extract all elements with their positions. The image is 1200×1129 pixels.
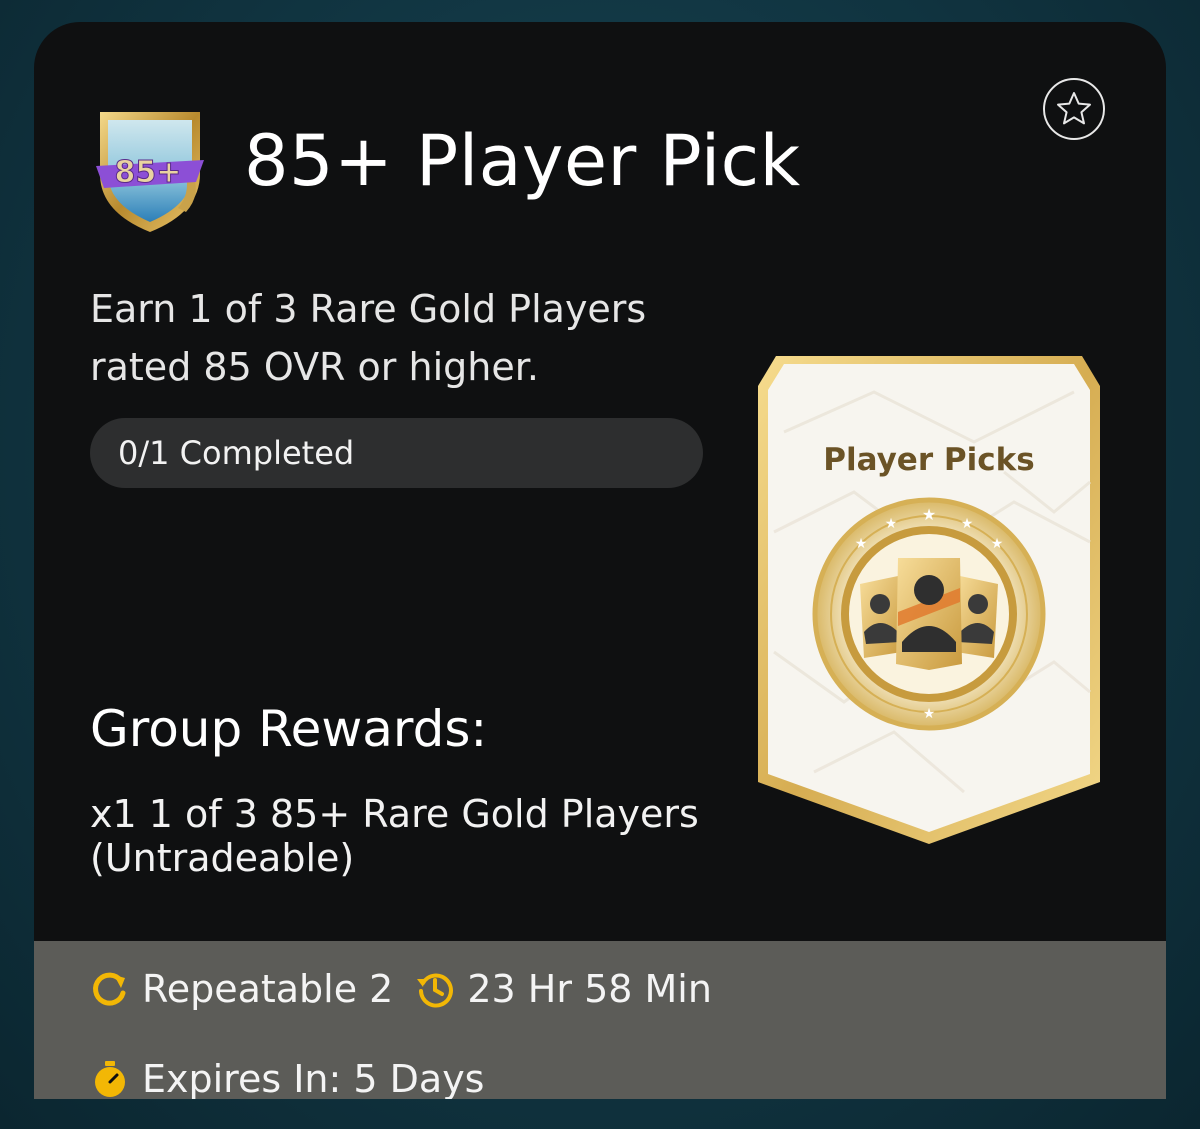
expires-label: Expires In: 5 Days (142, 1057, 485, 1099)
group-rewards-heading: Group Rewards: (90, 700, 488, 758)
objective-description: Earn 1 of 3 Rare Gold Players rated 85 O… (90, 287, 647, 389)
footer-status-row: Repeatable 2 23 Hr 58 Min (90, 967, 712, 1011)
svg-text:★: ★ (855, 536, 868, 552)
svg-text:★: ★ (885, 516, 898, 532)
objective-footer: Repeatable 2 23 Hr 58 Min Expires In: 5 … (34, 941, 1166, 1099)
objective-panel: 85+ 85+ Player Pick Earn 1 of 3 Rare Gol… (34, 22, 1166, 1099)
svg-text:★: ★ (923, 706, 936, 722)
progress-pill: 0/1 Completed (90, 418, 703, 488)
footer-expiry-row: Expires In: 5 Days (90, 1057, 484, 1099)
objective-badge-icon: 85+ (90, 104, 210, 236)
stopwatch-icon (95, 1061, 125, 1097)
objective-title: 85+ Player Pick (244, 120, 801, 202)
progress-label: 0/1 Completed (118, 434, 355, 472)
repeatable-label: Repeatable 2 (142, 967, 394, 1011)
svg-text:85+: 85+ (115, 155, 182, 190)
player-picks-card-art: Player Picks ★ ★ ★ ★ ★ ★ (758, 356, 1100, 844)
player-picks-reward-card[interactable]: Player Picks ★ ★ ★ ★ ★ ★ (754, 352, 1104, 848)
group-rewards-text: x1 1 of 3 85+ Rare Gold Players (Untrade… (90, 792, 699, 880)
card-title: Player Picks (823, 442, 1034, 478)
favorite-button[interactable] (1043, 78, 1105, 140)
history-clock-icon (417, 973, 454, 1008)
repeat-icon (93, 972, 126, 1006)
time-remaining-label: 23 Hr 58 Min (467, 967, 712, 1011)
svg-text:★: ★ (961, 516, 974, 532)
svg-text:★: ★ (991, 536, 1004, 552)
svg-text:★: ★ (922, 505, 936, 524)
star-outline-icon (1057, 92, 1091, 125)
